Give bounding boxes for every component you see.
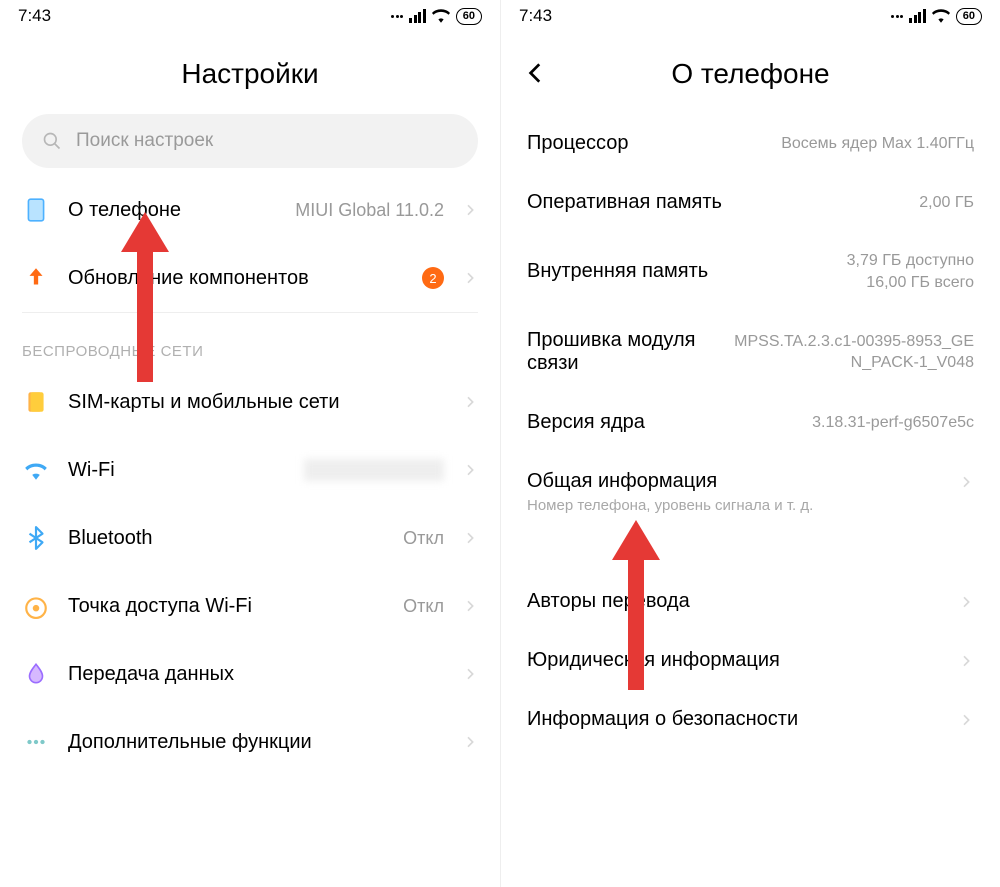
row-value: MPSS.TA.2.3.c1-00395-8953_GEN_PACK-1_V04… — [728, 331, 974, 374]
row-label: Процессор — [527, 132, 628, 155]
search-icon — [42, 131, 62, 151]
row-label: Прошивка модуля связи — [527, 329, 716, 375]
row-label: Внутренняя память — [527, 260, 708, 283]
chevron-right-icon — [462, 598, 478, 614]
chevron-right-icon — [958, 474, 974, 490]
row-label: Общая информация — [527, 470, 948, 493]
status-bar: 7:43 60 — [0, 0, 500, 32]
chevron-right-icon — [462, 666, 478, 682]
row-label: Wi-Fi — [68, 459, 286, 482]
badge-count: 2 — [422, 267, 444, 289]
row-kernel[interactable]: Версия ядра 3.18.31-perf-g6507e5c — [501, 393, 1000, 452]
chevron-right-icon — [462, 530, 478, 546]
hotspot-icon — [22, 592, 50, 620]
row-general-info[interactable]: Общая информация Номер телефона, уровень… — [501, 452, 1000, 532]
chevron-left-icon — [523, 60, 549, 86]
battery-icon: 60 — [456, 8, 482, 25]
search-placeholder: Поиск настроек — [76, 130, 213, 152]
row-label: Информация о безопасности — [527, 708, 798, 731]
wifi-row-icon — [22, 456, 50, 484]
update-icon — [22, 264, 50, 292]
signal-bars-icon — [909, 9, 926, 23]
section-wireless: БЕСПРОВОДНЫЕ СЕТИ — [0, 313, 500, 368]
page-header: О телефоне — [501, 32, 1000, 114]
back-button[interactable] — [523, 60, 549, 86]
row-label: Обновление компонентов — [68, 267, 404, 290]
row-security[interactable]: Информация о безопасности — [501, 690, 1000, 749]
status-time: 7:43 — [519, 6, 552, 26]
signal-dots-icon — [891, 15, 903, 18]
wifi-icon — [932, 7, 950, 25]
row-bluetooth[interactable]: Bluetooth Откл — [0, 504, 500, 572]
row-value: 2,00 ГБ — [919, 192, 974, 214]
row-value: Откл — [403, 596, 444, 617]
row-more[interactable]: Дополнительные функции — [0, 708, 500, 776]
row-label: О телефоне — [68, 199, 277, 222]
row-value: 3.18.31-perf-g6507e5c — [812, 412, 974, 434]
row-hotspot[interactable]: Точка доступа Wi-Fi Откл — [0, 572, 500, 640]
page-title: О телефоне — [501, 58, 1000, 90]
row-label: SIM-карты и мобильные сети — [68, 391, 444, 414]
chevron-right-icon — [462, 202, 478, 218]
row-label: Дополнительные функции — [68, 731, 444, 754]
sim-icon — [22, 388, 50, 416]
status-time: 7:43 — [18, 6, 51, 26]
row-label: Оперативная память — [527, 191, 722, 214]
signal-bars-icon — [409, 9, 426, 23]
page-header: Настройки — [0, 32, 500, 114]
row-wifi[interactable]: Wi-Fi — [0, 436, 500, 504]
battery-icon: 60 — [956, 8, 982, 25]
wifi-icon — [432, 7, 450, 25]
chevron-right-icon — [462, 462, 478, 478]
droplet-icon — [22, 660, 50, 688]
row-label: Bluetooth — [68, 527, 385, 550]
chevron-right-icon — [462, 734, 478, 750]
chevron-right-icon — [462, 394, 478, 410]
chevron-right-icon — [958, 653, 974, 669]
row-modem[interactable]: Прошивка модуля связи MPSS.TA.2.3.c1-003… — [501, 311, 1000, 393]
chevron-right-icon — [958, 712, 974, 728]
wifi-value-redacted — [304, 459, 444, 481]
status-bar: 7:43 60 — [501, 0, 1000, 32]
phone-icon — [22, 196, 50, 224]
row-subtitle: Номер телефона, уровень сигнала и т. д. — [527, 497, 974, 514]
row-value: MIUI Global 11.0.2 — [295, 200, 444, 221]
row-label: Версия ядра — [527, 411, 645, 434]
row-translators[interactable]: Авторы перевода — [501, 572, 1000, 631]
row-sim[interactable]: SIM-карты и мобильные сети — [0, 368, 500, 436]
row-label: Передача данных — [68, 663, 444, 686]
chevron-right-icon — [462, 270, 478, 286]
signal-dots-icon — [391, 15, 403, 18]
row-storage[interactable]: Внутренняя память 3,79 ГБ доступно 16,00… — [501, 232, 1000, 311]
row-cpu[interactable]: Процессор Восемь ядер Max 1.40ГГц — [501, 114, 1000, 173]
row-legal[interactable]: Юридическая информация — [501, 631, 1000, 690]
row-update-components[interactable]: Обновление компонентов 2 — [0, 244, 500, 312]
row-data[interactable]: Передача данных — [0, 640, 500, 708]
phone-right: 7:43 60 О телефоне Процессор Восемь ядер… — [500, 0, 1000, 887]
search-input[interactable]: Поиск настроек — [22, 114, 478, 168]
row-label: Юридическая информация — [527, 649, 780, 672]
status-right: 60 — [391, 7, 482, 25]
row-label: Точка доступа Wi-Fi — [68, 595, 385, 618]
row-about-phone[interactable]: О телефоне MIUI Global 11.0.2 — [0, 176, 500, 244]
row-label: Авторы перевода — [527, 590, 690, 613]
bluetooth-icon — [22, 524, 50, 552]
row-ram[interactable]: Оперативная память 2,00 ГБ — [501, 173, 1000, 232]
row-value: Восемь ядер Max 1.40ГГц — [781, 133, 974, 155]
more-icon — [22, 728, 50, 756]
status-right: 60 — [891, 7, 982, 25]
row-value: Откл — [403, 528, 444, 549]
phone-left: 7:43 60 Настройки Поиск настроек О телеф… — [0, 0, 500, 887]
page-title: Настройки — [0, 58, 500, 90]
chevron-right-icon — [958, 594, 974, 610]
row-value: 3,79 ГБ доступно 16,00 ГБ всего — [847, 250, 974, 293]
